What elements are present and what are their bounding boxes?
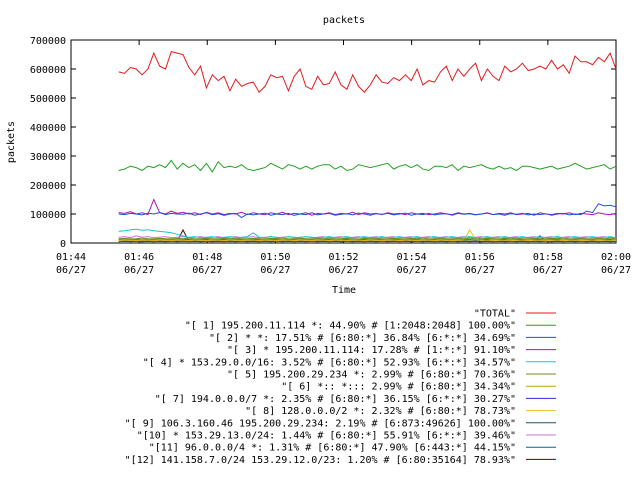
y-axis-label: packets	[6, 121, 17, 163]
legend-label: "[ 4] * 153.29.0.0/16: 3.52% # [6:80:*] …	[143, 357, 516, 368]
x-tick-label-date: 06/27	[56, 265, 86, 276]
x-tick-label-time: 01:48	[192, 252, 222, 263]
legend-label: "[ 6] *:: *::: 2.99% # [6:80:*] 34.34%"	[281, 382, 516, 393]
legend-label: "[11] 96.0.0.0/4 *: 1.31% # [6:80:*] 47.…	[149, 443, 516, 454]
x-tick-label-date: 06/27	[601, 265, 631, 276]
legend-label: "[ 3] * 195.200.11.114: 17.28% # [1:*:*]…	[227, 345, 516, 356]
x-tick-label-date: 06/27	[192, 265, 222, 276]
series-line-2	[118, 203, 617, 219]
legend-label: "[10] * 153.29.13.0/24: 1.44% # [6:80:*]…	[137, 431, 516, 442]
x-tick-label-date: 06/27	[465, 265, 495, 276]
x-tick-label-time: 02:00	[601, 252, 631, 263]
legend-label: "[ 2] * *: 17.51% # [6:80:*] 36.84% [6:*…	[209, 333, 516, 344]
legend-label: "[ 9] 106.3.160.46 195.200.29.234: 2.19%…	[125, 418, 516, 429]
series-line-1	[118, 159, 617, 173]
y-tick-label: 500000	[30, 94, 66, 105]
legend-label: "[12] 141.158.7.0/24 153.29.12.0/23: 1.2…	[125, 455, 516, 466]
x-tick-label-date: 06/27	[260, 265, 290, 276]
y-tick-label: 0	[60, 239, 66, 250]
chart-title: packets	[323, 15, 365, 26]
legend-label: "[ 5] 195.200.29.234 *: 2.99% # [6:80:*]…	[227, 370, 516, 381]
legend-label: "[ 7] 194.0.0.0/7 *: 2.35% # [6:80:*] 36…	[155, 394, 516, 405]
series-line-5	[118, 237, 617, 240]
x-tick-label-time: 01:54	[397, 252, 427, 263]
y-tick-label: 400000	[30, 123, 66, 134]
x-tick-label-date: 06/27	[124, 265, 154, 276]
x-tick-label-time: 01:44	[56, 252, 86, 263]
y-tick-label: 600000	[30, 65, 66, 76]
x-tick-label-time: 01:56	[465, 252, 495, 263]
series-line-6	[118, 238, 617, 241]
x-tick-label-date: 06/27	[397, 265, 427, 276]
series-line-4	[118, 228, 617, 239]
plot-area-frame	[70, 39, 617, 244]
x-axis-label: Time	[332, 285, 356, 296]
x-tick-label-time: 01:46	[124, 252, 154, 263]
x-tick-label-time: 01:50	[260, 252, 290, 263]
x-tick-label-date: 06/27	[533, 265, 563, 276]
x-tick-label-time: 01:58	[533, 252, 563, 263]
legend-label: "[ 8] 128.0.0.0/2 *: 2.32% # [6:80:*] 78…	[245, 406, 516, 417]
y-tick-label: 100000	[30, 210, 66, 221]
legend-label: "TOTAL"	[474, 309, 516, 320]
series-line-0	[118, 51, 617, 94]
x-tick-label-time: 01:52	[328, 252, 358, 263]
series-line-3	[118, 198, 617, 216]
y-tick-label: 200000	[30, 181, 66, 192]
y-tick-label: 300000	[30, 152, 66, 163]
y-tick-label: 700000	[30, 36, 66, 47]
legend-label: "[ 1] 195.200.11.114 *: 44.90% # [1:2048…	[185, 321, 516, 332]
packets-chart: packets packets Time 0 100000 200000 300000…	[6, 15, 631, 466]
x-tick-label-date: 06/27	[328, 265, 358, 276]
